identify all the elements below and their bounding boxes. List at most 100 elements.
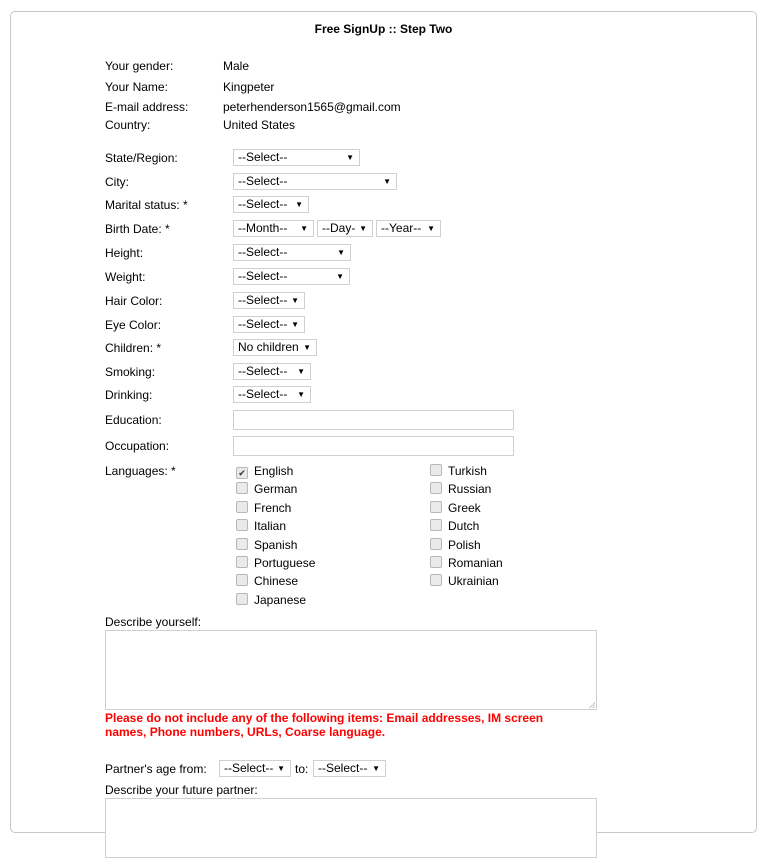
describe-partner-textarea[interactable] [105, 798, 597, 858]
checkbox-icon[interactable] [236, 500, 248, 513]
languages-label: Languages: * [105, 464, 176, 478]
birth-label: Birth Date: * [105, 222, 170, 236]
state-select-value: --Select-- [238, 150, 288, 164]
height-select[interactable]: --Select-- ▼ [233, 244, 351, 261]
language-checkbox-polish[interactable]: Polish [430, 536, 481, 554]
language-label: Dutch [448, 519, 480, 534]
chevron-down-icon: ▼ [359, 224, 367, 233]
marital-select[interactable]: --Select-- ▼ [233, 196, 309, 213]
occupation-input[interactable] [233, 436, 514, 456]
checkbox-icon[interactable] [236, 556, 248, 568]
hair-select-value: --Select-- [238, 293, 288, 307]
info-label: E-mail address: [105, 100, 189, 114]
smoking-select-value: --Select-- [238, 364, 288, 378]
language-checkbox-english[interactable]: ✔ English [236, 462, 293, 480]
eye-select[interactable]: --Select-- ▼ [233, 316, 305, 333]
info-label: Country: [105, 118, 151, 132]
checkbox-icon[interactable] [236, 574, 248, 587]
chevron-down-icon: ▼ [291, 320, 299, 329]
language-checkbox-spanish[interactable]: Spanish [236, 536, 297, 554]
language-checkbox-romanian[interactable]: Romanian [430, 554, 503, 572]
language-label: Italian [254, 519, 287, 534]
children-select[interactable]: No children ▼ [233, 339, 317, 356]
language-checkbox-chinese[interactable]: Chinese [236, 572, 298, 590]
language-label: Greek [448, 500, 481, 515]
state-label: State/Region: [105, 151, 178, 165]
language-checkbox-french[interactable]: French [236, 499, 291, 517]
checkbox-icon[interactable] [430, 500, 442, 513]
chevron-down-icon: ▼ [297, 390, 305, 399]
checkbox-icon[interactable] [430, 519, 442, 532]
chevron-down-icon: ▼ [295, 200, 303, 209]
language-checkbox-italian[interactable]: Italian [236, 517, 286, 535]
chevron-down-icon: ▼ [277, 764, 285, 773]
chevron-down-icon: ▼ [291, 296, 299, 305]
eye-label: Eye Color: [105, 318, 162, 332]
chevron-down-icon: ▼ [383, 177, 391, 186]
language-checkbox-japanese[interactable]: Japanese [236, 591, 306, 609]
resize-grip-icon[interactable] [589, 702, 595, 708]
birth-year-value: --Year-- [381, 221, 422, 235]
chevron-down-icon: ▼ [372, 764, 380, 773]
language-checkbox-german[interactable]: German [236, 480, 297, 498]
checkbox-icon[interactable] [236, 482, 248, 495]
info-value: Kingpeter [223, 80, 275, 94]
language-label: Spanish [254, 537, 298, 552]
birth-month-select[interactable]: --Month-- ▼ [233, 220, 314, 237]
weight-label: Weight: [105, 270, 146, 284]
language-label: French [254, 500, 292, 515]
weight-select[interactable]: --Select-- ▼ [233, 268, 350, 285]
chevron-down-icon: ▼ [427, 224, 435, 233]
checkbox-icon[interactable] [430, 482, 442, 495]
education-input[interactable] [233, 410, 514, 430]
education-label: Education: [105, 413, 162, 427]
state-select[interactable]: --Select-- ▼ [233, 149, 360, 166]
birth-month-value: --Month-- [238, 221, 288, 235]
city-select-value: --Select-- [238, 174, 288, 188]
checkbox-icon[interactable] [430, 556, 442, 568]
content-warning: Please do not include any of the followi… [105, 711, 544, 739]
children-label: Children: * [105, 341, 162, 355]
partner-age-to-label: to: [295, 762, 309, 776]
chevron-down-icon: ▼ [337, 248, 345, 257]
language-label: Portuguese [254, 556, 316, 570]
city-select[interactable]: --Select-- ▼ [233, 173, 397, 190]
height-select-value: --Select-- [238, 245, 288, 259]
language-checkbox-greek[interactable]: Greek [430, 499, 481, 517]
checkbox-icon[interactable] [430, 574, 442, 587]
children-select-value: No children [238, 340, 299, 354]
checkbox-icon[interactable] [430, 464, 442, 476]
birth-year-select[interactable]: --Year-- ▼ [376, 220, 441, 237]
birth-day-select[interactable]: --Day- ▼ [317, 220, 373, 237]
occupation-label: Occupation: [105, 439, 170, 453]
language-checkbox-portuguese[interactable]: Portuguese [236, 554, 315, 572]
checkbox-icon[interactable] [236, 537, 248, 550]
language-checkbox-ukrainian[interactable]: Ukrainian [430, 572, 499, 590]
language-checkbox-russian[interactable]: Russian [430, 480, 491, 498]
chevron-down-icon: ▼ [303, 343, 311, 352]
describe-yourself-textarea[interactable] [105, 630, 597, 710]
language-label: Ukrainian [448, 574, 499, 589]
chevron-down-icon: ▼ [336, 272, 344, 281]
checkbox-icon[interactable] [236, 519, 248, 532]
checkbox-icon[interactable] [236, 592, 248, 605]
checkbox-checked-icon[interactable]: ✔ [236, 467, 248, 479]
partner-age-from-value: --Select-- [224, 761, 274, 775]
language-label: Chinese [254, 574, 299, 589]
marital-label: Marital status: * [105, 198, 188, 212]
smoking-select[interactable]: --Select-- ▼ [233, 363, 311, 380]
language-checkbox-dutch[interactable]: Dutch [430, 517, 479, 535]
partner-age-from-select[interactable]: --Select-- ▼ [219, 760, 291, 777]
eye-select-value: --Select-- [238, 317, 288, 331]
partner-age-from-label: Partner's age from: [105, 762, 207, 776]
language-checkbox-turkish[interactable]: Turkish [430, 462, 487, 480]
language-label: Japanese [254, 592, 307, 607]
drinking-select-value: --Select-- [238, 387, 288, 401]
partner-age-to-select[interactable]: --Select-- ▼ [313, 760, 386, 777]
birth-day-value: --Day- [322, 221, 356, 235]
language-label: Romanian [448, 556, 503, 570]
drinking-select[interactable]: --Select-- ▼ [233, 386, 311, 403]
hair-select[interactable]: --Select-- ▼ [233, 292, 305, 309]
language-label: Polish [448, 537, 481, 552]
checkbox-icon[interactable] [430, 537, 442, 550]
